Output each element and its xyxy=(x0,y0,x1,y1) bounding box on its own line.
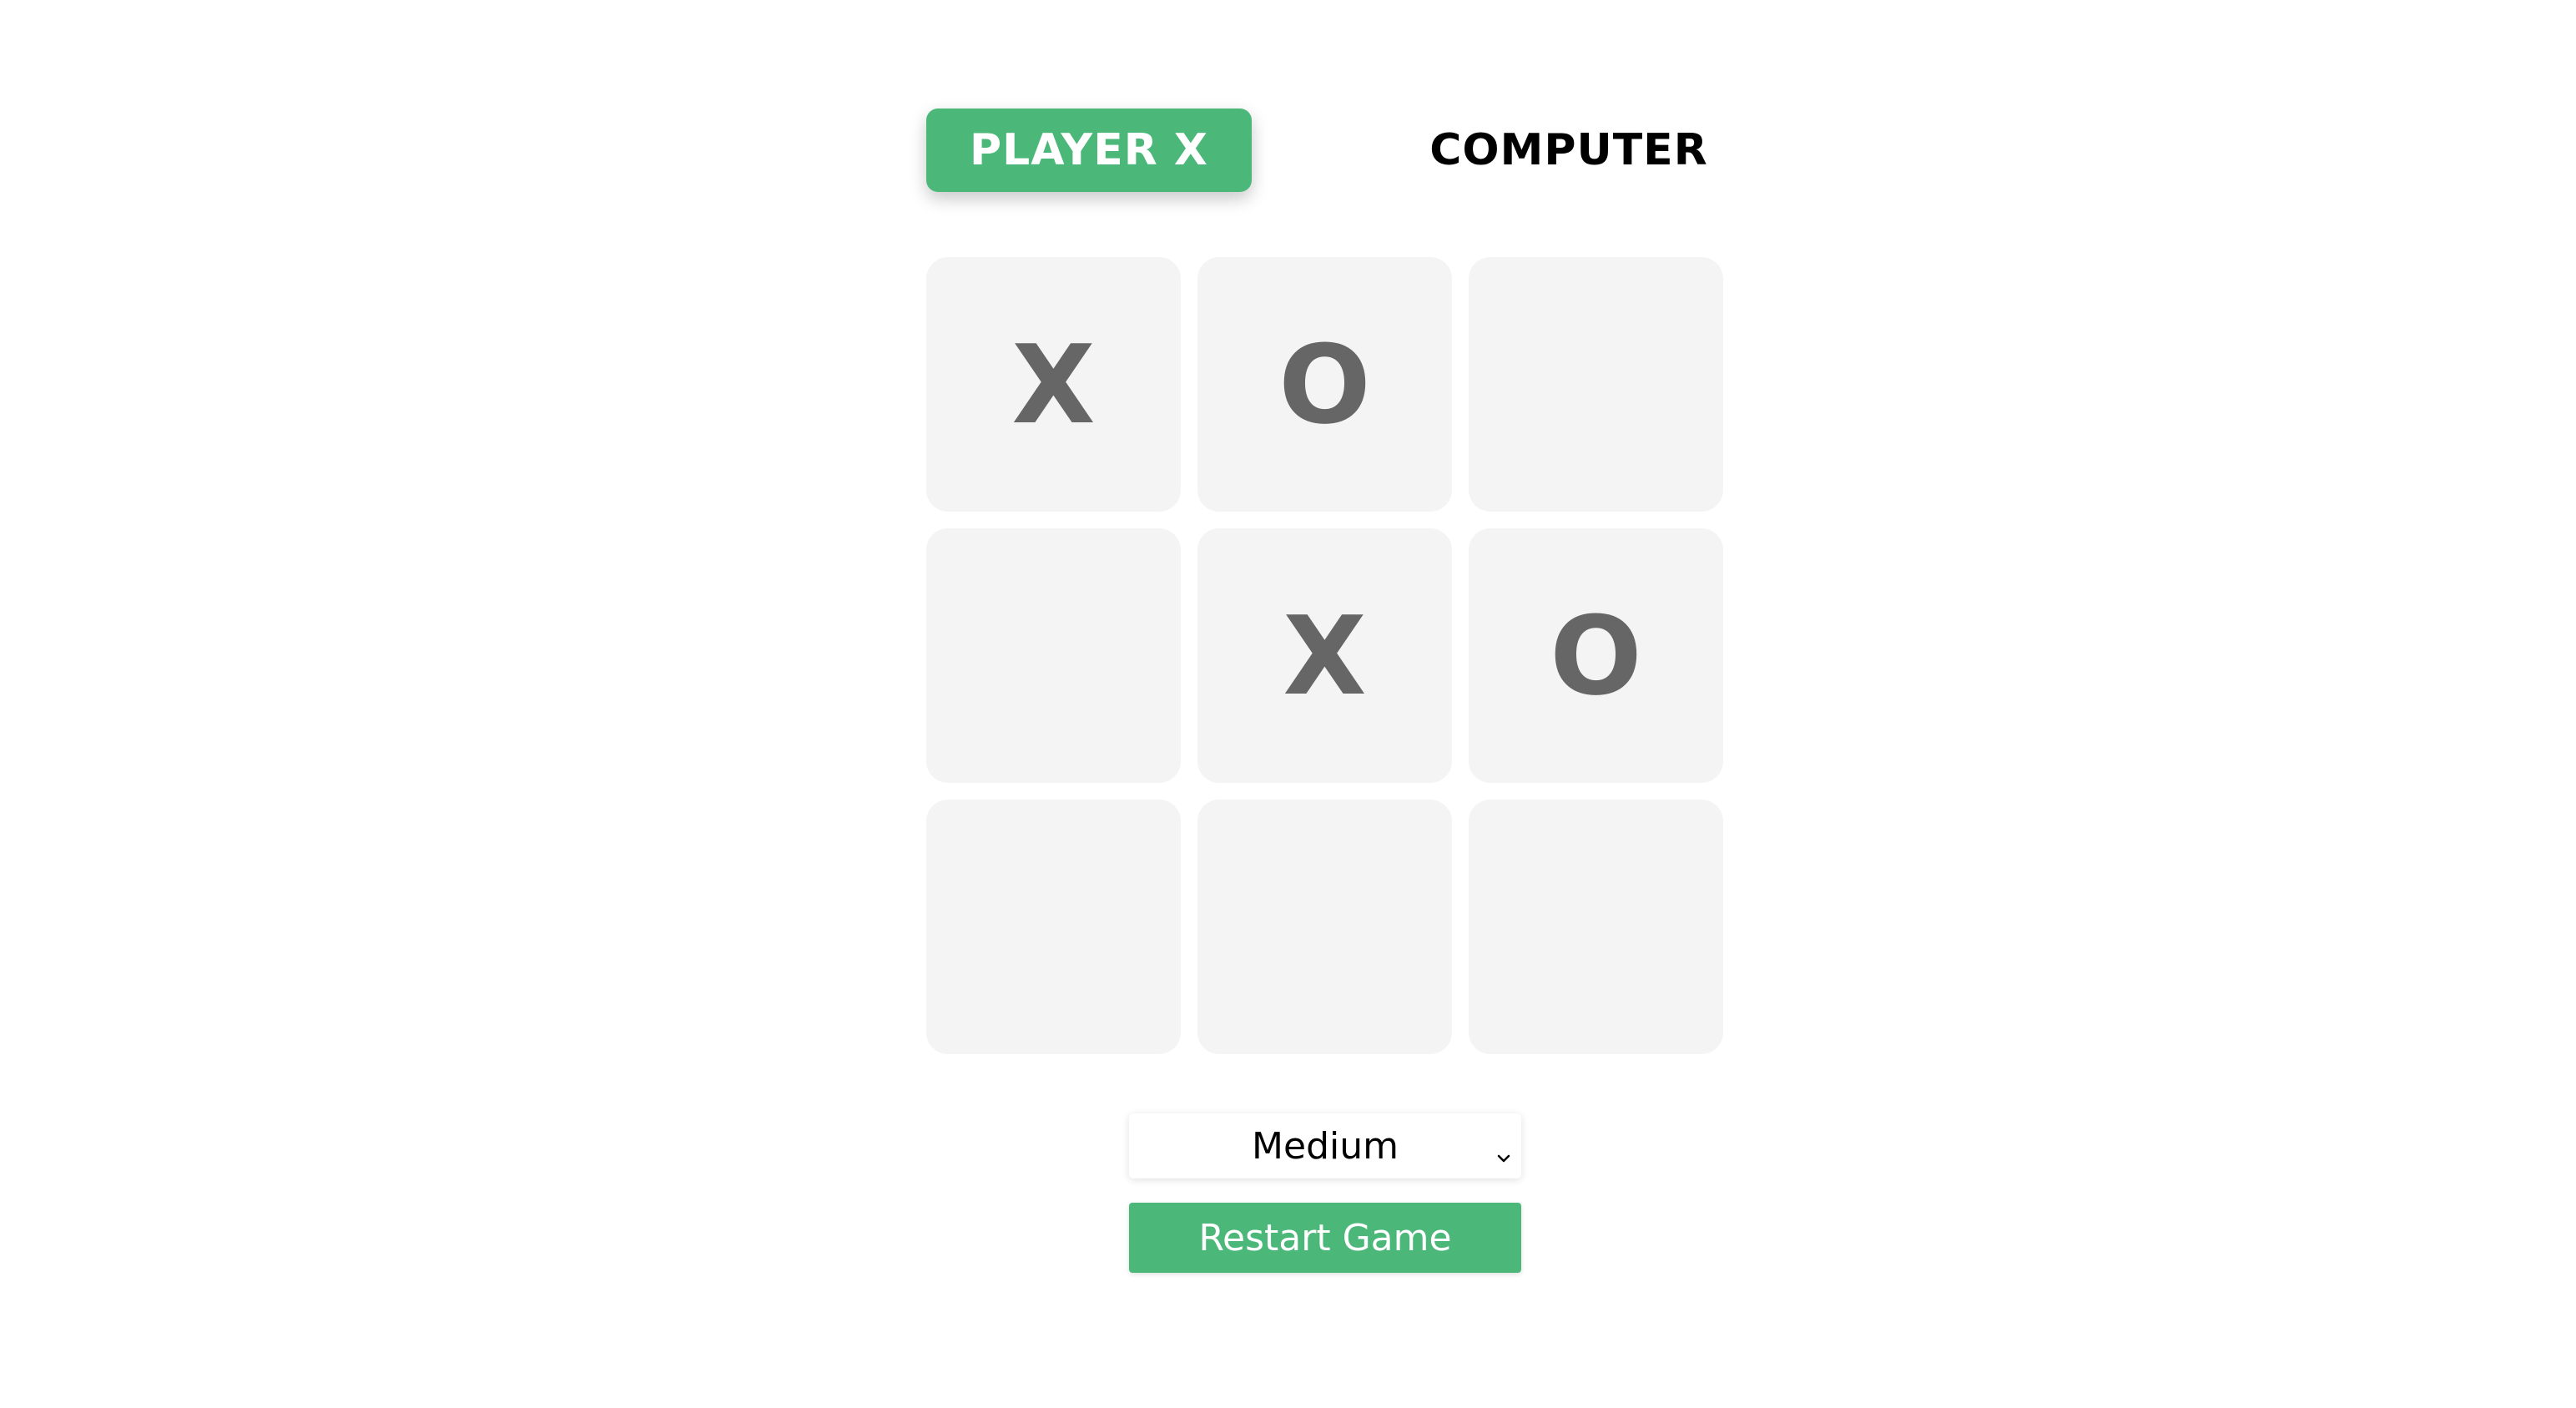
difficulty-select[interactable]: Medium xyxy=(1129,1113,1521,1178)
player-x-turn-badge[interactable]: PLAYER X xyxy=(926,109,1252,192)
chevron-down-icon xyxy=(1495,1134,1513,1163)
board-cell-8[interactable] xyxy=(1197,800,1452,1054)
board-cell-6[interactable]: O xyxy=(1469,528,1723,783)
difficulty-selected-value: Medium xyxy=(1252,1124,1399,1168)
page-title xyxy=(985,0,1619,10)
board-cell-2[interactable]: O xyxy=(1197,257,1452,512)
board-cell-1[interactable]: X xyxy=(926,257,1181,512)
board-cell-7[interactable] xyxy=(926,800,1181,1054)
computer-turn-badge[interactable]: COMPUTER xyxy=(1419,109,1719,192)
restart-game-button[interactable]: Restart Game xyxy=(1129,1203,1521,1273)
board-cell-3[interactable] xyxy=(1469,257,1723,512)
board-cell-5[interactable]: X xyxy=(1197,528,1452,783)
game-board: X O X O xyxy=(926,257,1727,1057)
board-cell-9[interactable] xyxy=(1469,800,1723,1054)
turn-indicator: PLAYER X COMPUTER xyxy=(926,109,1724,192)
board-cell-4[interactable] xyxy=(926,528,1181,783)
game-page: PLAYER X COMPUTER X O X O Medium Restart… xyxy=(0,0,2576,1408)
